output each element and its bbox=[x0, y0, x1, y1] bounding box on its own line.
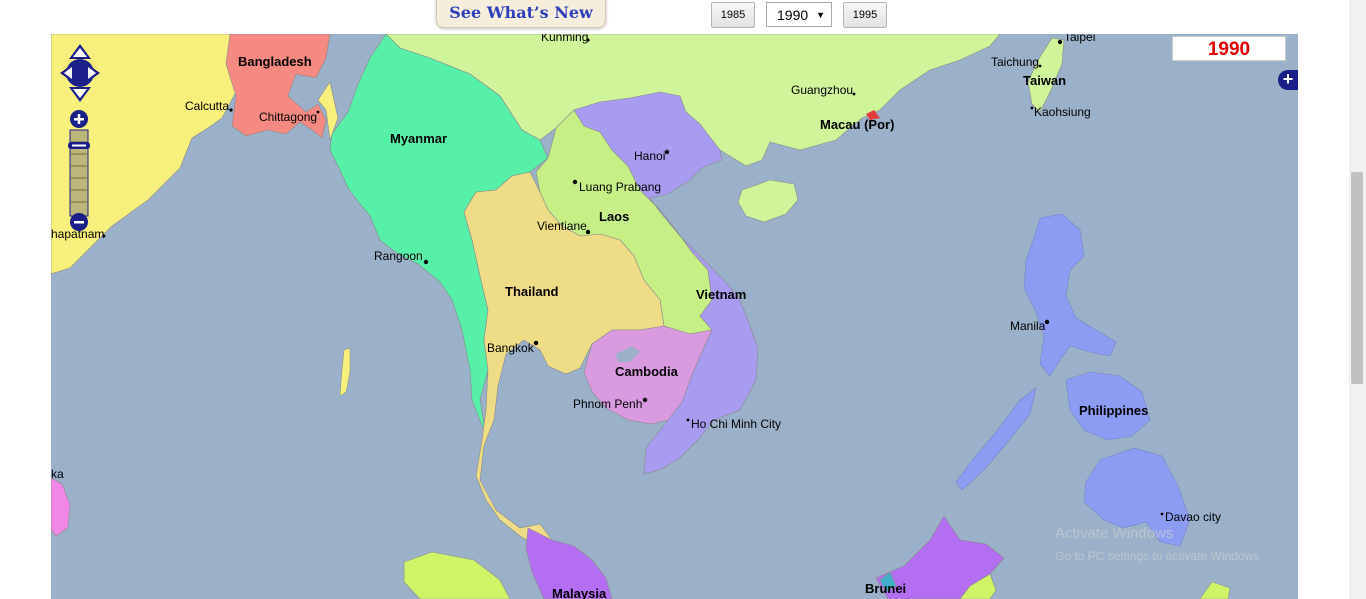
city-rangoon: Rangoon bbox=[374, 249, 423, 263]
city-vientiane: Vientiane bbox=[537, 219, 587, 233]
city-kaohsiung: Kaohsiung bbox=[1034, 105, 1091, 119]
see-whats-new-button[interactable]: See What’s New bbox=[436, 0, 606, 28]
island-andaman bbox=[339, 347, 351, 397]
country-label-vietnam: Vietnam bbox=[696, 287, 746, 302]
city-calcutta: Calcutta bbox=[185, 99, 229, 113]
country-philippines-luzon bbox=[1023, 213, 1117, 377]
next-year-button[interactable]: 1995 bbox=[843, 2, 887, 28]
city-guangzhou: Guangzhou bbox=[791, 83, 853, 97]
island-sulawesi bbox=[1199, 581, 1231, 599]
country-label-thailand: Thailand bbox=[505, 284, 559, 299]
expand-panel-button[interactable]: + bbox=[1278, 70, 1298, 90]
zoom-slider-icon bbox=[68, 110, 90, 231]
country-label-cambodia: Cambodia bbox=[615, 364, 679, 379]
map-canvas: Kunming Taipei Taichung Kaohsiung Guangz… bbox=[51, 34, 1231, 599]
country-label-macau: Macau (Por) bbox=[820, 117, 894, 132]
country-label-brunei: Brunei bbox=[865, 581, 906, 596]
city-ho-chi-minh: Ho Chi Minh City bbox=[691, 417, 781, 431]
country-label-bangladesh: Bangladesh bbox=[238, 54, 312, 69]
pan-arrows-icon bbox=[60, 44, 100, 102]
island-sri-lanka bbox=[51, 477, 71, 537]
vertical-scrollbar[interactable] bbox=[1349, 0, 1366, 599]
label-sri-lanka-partial: ka bbox=[51, 467, 64, 481]
zoom-control[interactable] bbox=[68, 110, 90, 232]
island-sumatra bbox=[403, 551, 511, 599]
city-hanoi: Hanoi bbox=[634, 149, 665, 163]
country-label-philippines: Philippines bbox=[1079, 403, 1148, 418]
city-chittagong: Chittagong bbox=[259, 110, 317, 124]
city-bangkok: Bangkok bbox=[487, 341, 535, 355]
map-year-display: 1990 bbox=[1172, 36, 1286, 61]
city-davao: Davao city bbox=[1165, 510, 1221, 524]
map-viewport[interactable]: Kunming Taipei Taichung Kaohsiung Guangz… bbox=[51, 34, 1298, 599]
scrollbar-thumb[interactable] bbox=[1351, 172, 1363, 384]
year-select[interactable]: 1990 ▼ bbox=[766, 2, 832, 27]
top-toolbar: See What’s New 1985 1990 ▼ 1995 bbox=[0, 0, 1366, 34]
city-taipei: Taipei bbox=[1064, 34, 1095, 44]
country-label-taiwan: Taiwan bbox=[1023, 73, 1066, 88]
country-label-laos: Laos bbox=[599, 209, 629, 224]
year-select-value: 1990 bbox=[777, 6, 809, 23]
city-taichung: Taichung bbox=[991, 55, 1039, 69]
city-manila: Manila bbox=[1010, 319, 1046, 333]
city-luang-prabang: Luang Prabang bbox=[579, 180, 661, 194]
island-hainan bbox=[737, 179, 799, 223]
country-label-myanmar: Myanmar bbox=[390, 131, 447, 146]
pan-control[interactable] bbox=[60, 44, 100, 102]
chevron-down-icon: ▼ bbox=[816, 10, 825, 20]
city-kunming: Kunming bbox=[541, 34, 588, 44]
country-label-malaysia: Malaysia bbox=[552, 586, 607, 599]
previous-year-button[interactable]: 1985 bbox=[711, 2, 755, 28]
country-philippines-palawan bbox=[955, 387, 1037, 491]
country-philippines-mindanao bbox=[1083, 447, 1191, 547]
city-phnom-penh: Phnom Penh bbox=[573, 397, 642, 411]
